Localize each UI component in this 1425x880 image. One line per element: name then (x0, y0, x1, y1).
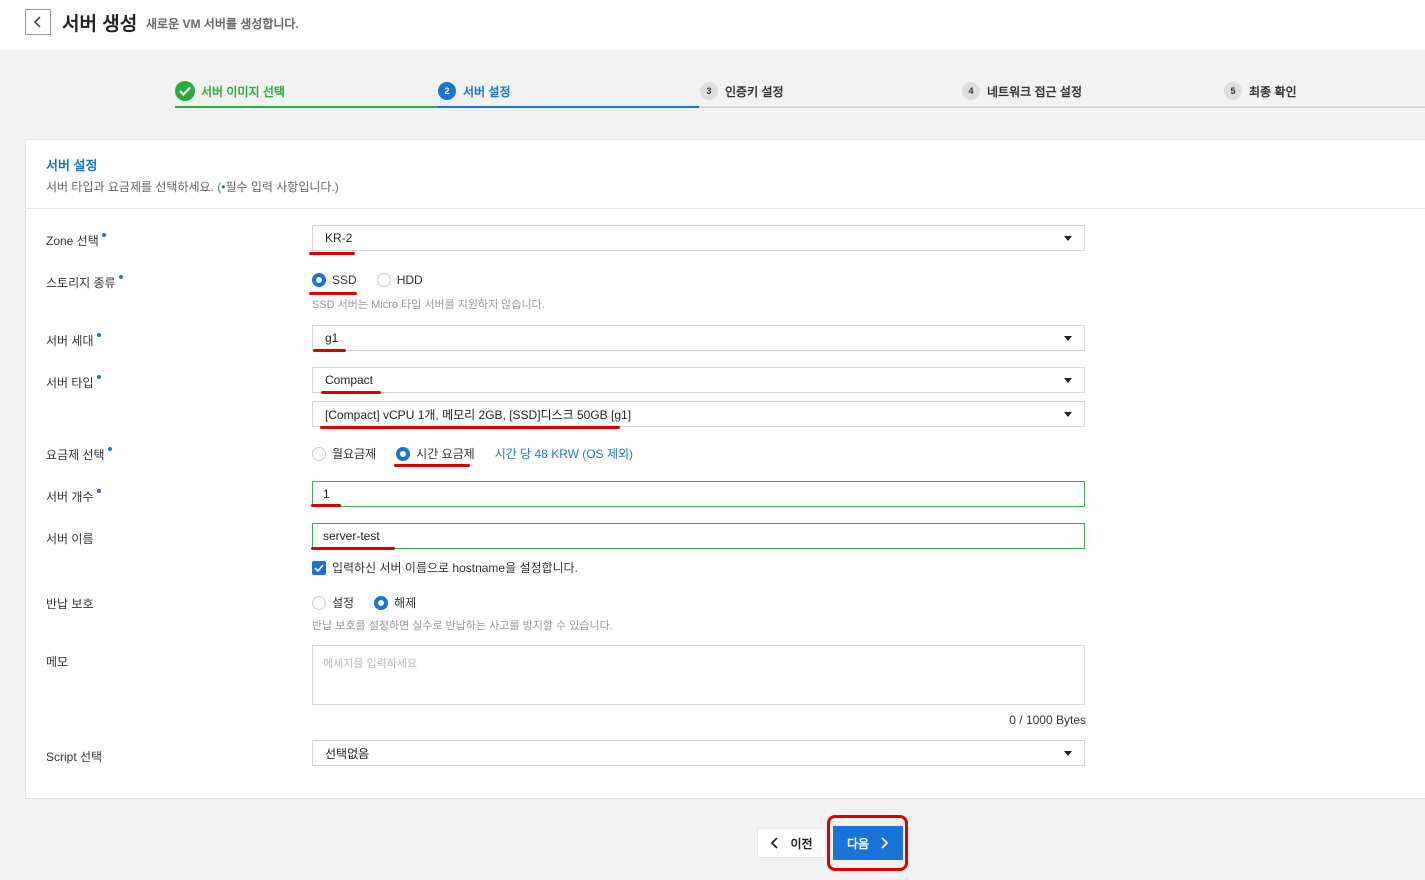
return-protect-label: 반납 보호 (46, 597, 94, 611)
server-count-value: 1 (323, 487, 330, 501)
annotation-underline (313, 349, 346, 352)
server-type-label: 서버 타입 (46, 374, 101, 391)
annotation-underline (309, 252, 355, 255)
step-number: 5 (1224, 82, 1242, 100)
step-label: 최종 확인 (1249, 84, 1297, 99)
script-select[interactable]: 선택없음 (312, 740, 1085, 766)
step-label: 서버 설정 (463, 84, 511, 99)
desc-text-suffix: 필수 입력 사항입니다.) (225, 180, 339, 194)
step-number: 3 (700, 82, 718, 100)
caret-down-icon (1064, 378, 1072, 383)
memo-textarea[interactable]: 메세지를 입력하세요 (312, 645, 1085, 705)
return-protect-help-text: 반납 보호를 설정하면 실수로 반납하는 사고를 방지할 수 있습니다. (312, 620, 613, 632)
memo-byte-counter: 0 / 1000 Bytes (1009, 713, 1086, 727)
step-network-access[interactable]: 4 네트워크 접근 설정 (962, 79, 1082, 103)
script-value: 선택없음 (325, 746, 370, 761)
check-icon (175, 81, 195, 101)
zone-label: Zone 선택 (46, 232, 106, 249)
page-title: 서버 생성 (62, 14, 138, 35)
pricing-label: 요금제 선택 (46, 446, 112, 463)
chevron-left-icon (771, 837, 779, 849)
server-count-input[interactable]: 1 (312, 481, 1085, 507)
card-title: 서버 설정 (46, 158, 98, 173)
server-spec-select[interactable]: [Compact] vCPU 1개, 메모리 2GB, [SSD]디스크 50G… (312, 401, 1085, 427)
server-settings-card: 서버 설정 서버 타입과 요금제를 선택하세요. (•필수 입력 사항입니다.)… (25, 139, 1425, 799)
storage-help-text: SSD 서버는 Micro 타입 서버를 지원하지 않습니다. (312, 299, 545, 311)
storage-radio-group: SSD HDD (312, 273, 443, 287)
divider (26, 208, 1425, 209)
step-progress-active (438, 106, 699, 108)
step-server-image[interactable]: 서버 이미지 선택 (175, 79, 285, 103)
script-label: Script 선택 (46, 750, 103, 764)
step-final-confirm[interactable]: 5 최종 확인 (1224, 79, 1297, 103)
step-server-settings[interactable]: 2 서버 설정 (438, 79, 511, 103)
pricing-radio-group: 월요금제 시간 요금제 시간 당 48 KRW (OS 제외) (312, 445, 633, 462)
generation-value: g1 (325, 331, 339, 345)
return-protect-on-radio[interactable]: 설정 (312, 594, 354, 611)
storage-label: 스토리지 종류 (46, 274, 123, 291)
annotation-highlight-box (827, 815, 908, 871)
return-protect-radio-group: 설정 해제 (312, 594, 436, 611)
page-subtitle: 새로운 VM 서버를 생성합니다. (146, 17, 299, 31)
step-progress-done (175, 106, 438, 108)
card-description: 서버 타입과 요금제를 선택하세요. (•필수 입력 사항입니다.) (46, 178, 339, 195)
annotation-underline (394, 464, 470, 467)
count-label: 서버 개수 (46, 488, 101, 505)
hostname-checkbox-label: 입력하신 서버 이름으로 hostname을 설정합니다. (332, 561, 579, 575)
generation-select[interactable]: g1 (312, 325, 1085, 351)
annotation-underline (320, 426, 620, 429)
annotation-underline (309, 292, 357, 295)
return-protect-off-radio[interactable]: 해제 (374, 594, 416, 611)
prev-button-label: 이전 (790, 836, 813, 851)
step-label: 인증키 설정 (725, 84, 784, 99)
step-label: 네트워크 접근 설정 (987, 84, 1082, 99)
back-button[interactable] (25, 9, 51, 35)
hostname-checkbox[interactable]: 입력하신 서버 이름으로 hostname을 설정합니다. (312, 559, 578, 576)
memo-label: 메모 (46, 655, 69, 669)
price-text: 시간 당 48 KRW (OS 제외) (494, 447, 634, 461)
chevron-left-icon (33, 16, 41, 28)
step-number: 4 (962, 82, 980, 100)
pricing-monthly-radio[interactable]: 월요금제 (312, 445, 376, 462)
annotation-underline (321, 391, 381, 394)
page-header: 서버 생성 새로운 VM 서버를 생성합니다. (0, 0, 1425, 50)
stepper: 서버 이미지 선택 2 서버 설정 3 인증키 설정 4 네트워크 접근 설정 … (0, 50, 1425, 138)
caret-down-icon (1064, 412, 1072, 417)
annotation-underline (311, 504, 341, 507)
server-type-select[interactable]: Compact (312, 367, 1085, 393)
pricing-hourly-radio[interactable]: 시간 요금제 (396, 445, 475, 462)
zone-select[interactable]: KR-2 (312, 225, 1085, 251)
caret-down-icon (1064, 751, 1072, 756)
checkbox-check-icon (312, 560, 326, 575)
generation-label: 서버 세대 (46, 332, 101, 349)
prev-button[interactable]: 이전 (757, 828, 826, 858)
server-name-input[interactable]: server-test (312, 523, 1085, 549)
desc-text: 서버 타입과 요금제를 선택하세요. ( (46, 180, 222, 194)
zone-value: KR-2 (325, 231, 353, 245)
annotation-underline (311, 547, 395, 550)
server-spec-value: [Compact] vCPU 1개, 메모리 2GB, [SSD]디스크 50G… (325, 407, 632, 422)
step-auth-key[interactable]: 3 인증키 설정 (700, 79, 784, 103)
step-label: 서버 이미지 선택 (201, 84, 285, 99)
server-type-value: Compact (325, 373, 374, 387)
caret-down-icon (1064, 336, 1072, 341)
server-name-label: 서버 이름 (46, 532, 94, 546)
storage-ssd-radio[interactable]: SSD (312, 273, 357, 287)
step-progress-pending (699, 106, 1425, 108)
caret-down-icon (1064, 236, 1072, 241)
step-number: 2 (438, 82, 456, 100)
server-name-value: server-test (323, 529, 380, 543)
storage-hdd-radio[interactable]: HDD (376, 273, 423, 287)
